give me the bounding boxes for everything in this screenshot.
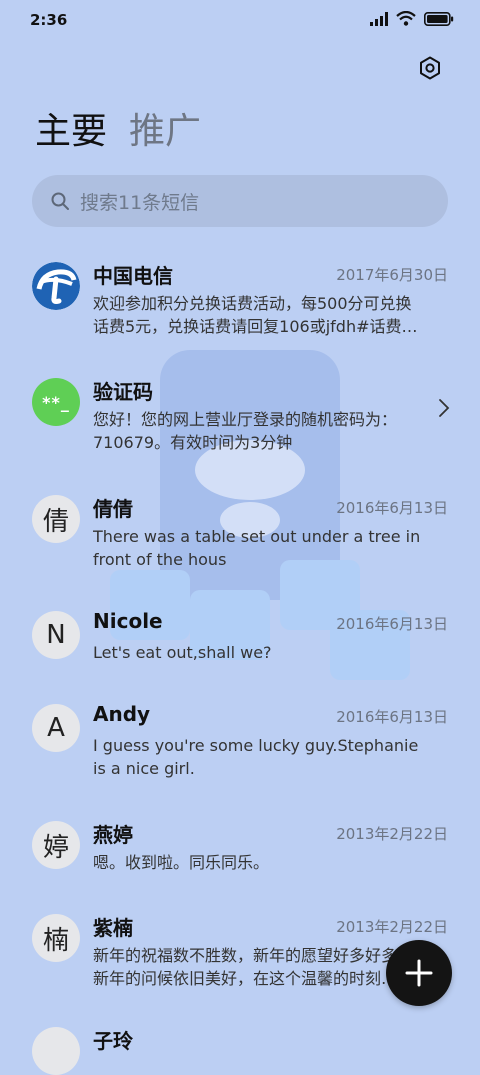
avatar: N bbox=[32, 611, 80, 659]
avatar: 楠 bbox=[32, 914, 80, 962]
message-preview: 嗯。收到啦。同乐同乐。 bbox=[93, 851, 445, 874]
tab-primary[interactable]: 主要 bbox=[35, 108, 107, 156]
preview-line: 话费5元，兑换话费请回复106或jfdh#话费… bbox=[93, 317, 418, 336]
avatar: 倩 bbox=[32, 495, 80, 543]
preview-line: 710679。有效时间为3分钟 bbox=[93, 433, 293, 452]
signal-icon bbox=[370, 11, 388, 26]
status-time: 2:36 bbox=[30, 11, 68, 29]
message-date: 2016年6月13日 bbox=[336, 615, 448, 633]
plus-icon bbox=[405, 959, 433, 987]
preview-line: I guess you're some lucky guy.Stephanie bbox=[93, 736, 419, 755]
avatar: A bbox=[32, 704, 80, 752]
message-preview: 您好！您的网上营业厅登录的随机密码为： 710679。有效时间为3分钟 bbox=[93, 408, 445, 454]
preview-line: 欢迎参加积分兑换话费活动，每500分可兑换 bbox=[93, 294, 412, 313]
preview-line: front of the hous bbox=[93, 550, 227, 569]
message-date: 2016年6月13日 bbox=[336, 708, 448, 726]
contact-name: 验证码 bbox=[93, 380, 153, 404]
new-message-button[interactable] bbox=[386, 940, 452, 1006]
settings-icon bbox=[420, 56, 440, 80]
contact-name: Andy bbox=[93, 702, 151, 726]
chevron-right-icon bbox=[439, 399, 450, 417]
message-date: 2013年2月22日 bbox=[336, 918, 448, 936]
tab-promotions[interactable]: 推广 bbox=[129, 108, 201, 156]
preview-line: is a nice girl. bbox=[93, 759, 195, 778]
message-date: 2016年6月13日 bbox=[336, 499, 448, 517]
wifi-icon bbox=[396, 11, 416, 26]
contact-name: Nicole bbox=[93, 609, 163, 633]
message-date: 2013年2月22日 bbox=[336, 825, 448, 843]
search-icon bbox=[51, 192, 69, 210]
message-preview: There was a table set out under a tree i… bbox=[93, 525, 445, 571]
status-bar: 2:36 bbox=[0, 0, 480, 40]
message-date: 2017年6月30日 bbox=[336, 266, 448, 284]
message-preview: I guess you're some lucky guy.Stephanie … bbox=[93, 734, 445, 780]
preview-line: Let's eat out,shall we? bbox=[93, 643, 272, 662]
message-preview: 欢迎参加积分兑换话费活动，每500分可兑换 话费5元，兑换话费请回复106或jf… bbox=[93, 292, 445, 338]
avatar: **_ bbox=[32, 378, 80, 426]
contact-name: 中国电信 bbox=[93, 264, 173, 288]
search-bar[interactable]: 搜索11条短信 bbox=[32, 175, 448, 227]
contact-name: 燕婷 bbox=[93, 823, 133, 847]
battery-icon bbox=[424, 11, 454, 26]
preview-line: 嗯。收到啦。同乐同乐。 bbox=[93, 853, 270, 872]
status-icons bbox=[370, 11, 454, 26]
settings-button[interactable] bbox=[414, 52, 446, 84]
china-telecom-logo-icon bbox=[32, 262, 80, 310]
contact-name: 倩倩 bbox=[93, 497, 133, 521]
preview-line: 您好！您的网上营业厅登录的随机密码为： bbox=[93, 410, 398, 429]
avatar: 婷 bbox=[32, 821, 80, 869]
message-preview: Let's eat out,shall we? bbox=[93, 641, 445, 664]
search-placeholder: 搜索11条短信 bbox=[80, 191, 200, 214]
tab-bar: 主要 推广 bbox=[35, 108, 201, 156]
avatar bbox=[32, 1027, 80, 1075]
preview-line: There was a table set out under a tree i… bbox=[93, 527, 421, 546]
contact-name: 紫楠 bbox=[93, 916, 133, 940]
avatar bbox=[32, 262, 80, 310]
